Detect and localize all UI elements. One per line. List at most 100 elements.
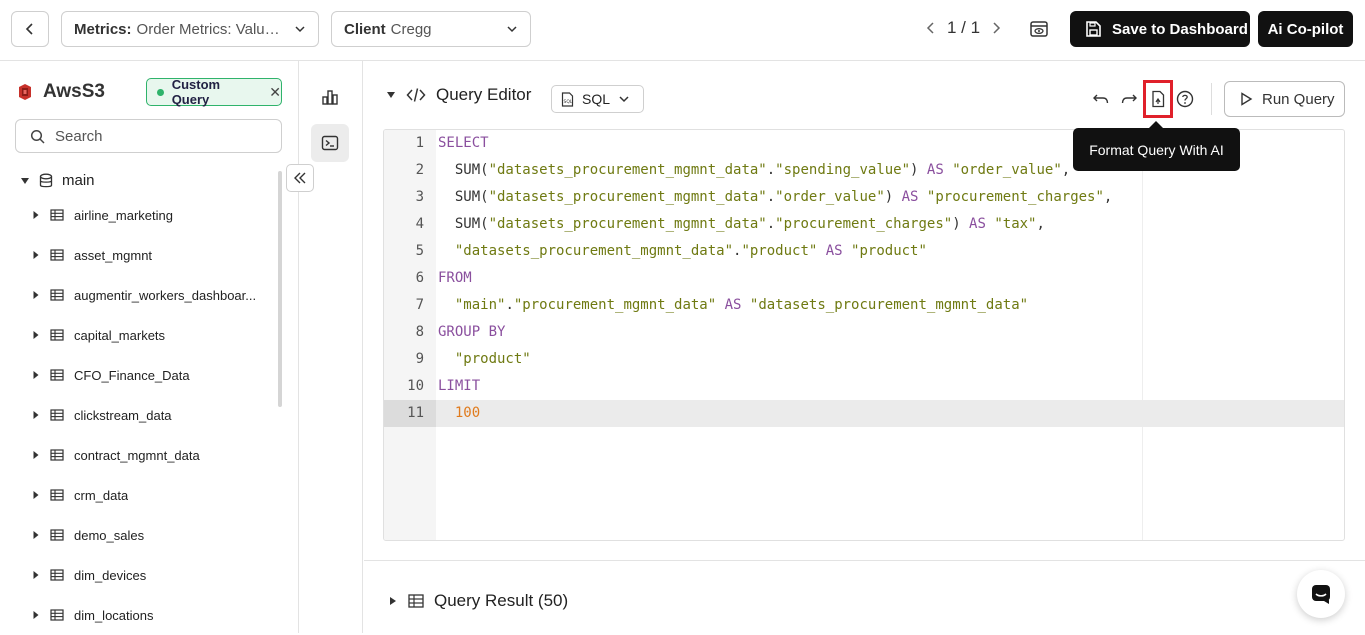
caret-right-icon — [33, 411, 39, 419]
table-icon — [50, 289, 64, 301]
code-line[interactable]: 5 "datasets_procurement_mgmnt_data"."pro… — [384, 238, 1344, 265]
bar-chart-icon — [322, 90, 338, 105]
chart-view-button[interactable] — [311, 78, 349, 116]
code-text: LIMIT — [438, 373, 480, 400]
code-text: 100 — [438, 400, 480, 427]
line-number: 6 — [415, 270, 424, 286]
sql-number: 100 — [454, 405, 481, 421]
format-query-ai-button[interactable] — [1143, 80, 1173, 118]
table-tree-item-label: clickstream_data — [74, 407, 172, 423]
table-tree-item[interactable]: demo_sales — [0, 515, 278, 555]
client-select[interactable]: Client Cregg — [331, 11, 531, 47]
run-query-button[interactable]: Run Query — [1224, 81, 1345, 117]
table-tree-item[interactable]: dim_devices — [0, 555, 278, 595]
tool-rail — [299, 61, 363, 633]
line-number: 8 — [415, 324, 424, 340]
save-to-dashboard-button[interactable]: Save to Dashboard — [1070, 11, 1250, 47]
sql-identifier: "procurement_charges" — [926, 189, 1104, 205]
sql-keyword: AS — [901, 189, 919, 205]
sql-punctuation: . — [766, 189, 776, 205]
line-number: 4 — [415, 216, 424, 232]
chevron-left-icon — [25, 23, 33, 35]
sql-identifier: "datasets_procurement_mgmnt_data" — [488, 162, 767, 178]
custom-query-label: Custom Query — [171, 77, 221, 107]
client-select-value: Cregg — [390, 20, 432, 38]
query-editor-header[interactable]: Query Editor — [386, 85, 531, 105]
query-panel: Query Editor SQL SQL Run Query Format Qu… — [364, 61, 1365, 633]
caret-right-icon — [33, 211, 39, 219]
sql-punctuation: . — [505, 297, 514, 313]
schema-sidebar: AwsS3 Custom Query ✕ main airline_market… — [0, 61, 299, 633]
sql-identifier: "datasets_procurement_mgmnt_data" — [454, 243, 734, 259]
sql-punctuation — [438, 297, 455, 313]
query-editor-title: Query Editor — [436, 85, 532, 104]
collapse-sidebar-button[interactable] — [286, 164, 314, 192]
save-to-dashboard-label: Save to Dashboard — [1112, 20, 1248, 38]
preview-button[interactable] — [1028, 18, 1050, 40]
sql-punctuation — [438, 243, 455, 259]
code-line[interactable]: 10 LIMIT — [384, 373, 1344, 400]
help-button[interactable] — [1176, 90, 1194, 108]
line-number: 7 — [415, 297, 424, 313]
metrics-select[interactable]: Metrics: Order Metrics: Value… — [61, 11, 319, 47]
sql-punctuation: SUM( — [438, 216, 489, 232]
chevrons-left-icon — [294, 172, 306, 184]
chat-support-button[interactable] — [1297, 570, 1345, 618]
caret-right-icon — [33, 531, 39, 539]
status-dot-icon — [157, 88, 164, 96]
code-line[interactable]: 7 "main"."procurement_mgmnt_data" AS "da… — [384, 292, 1344, 319]
tree-root-main[interactable]: main — [20, 172, 95, 189]
table-tree-item[interactable]: capital_markets — [0, 315, 278, 355]
query-result-header[interactable]: Query Result (50) — [388, 591, 568, 611]
code-line[interactable]: 4 SUM("datasets_procurement_mgmnt_data".… — [384, 211, 1344, 238]
search-input[interactable] — [55, 127, 255, 145]
redo-button[interactable] — [1120, 91, 1138, 107]
code-line[interactable]: 11 100 — [384, 400, 1344, 427]
sql-identifier: "datasets_procurement_mgmnt_data" — [488, 189, 767, 205]
chevron-left-icon[interactable] — [925, 21, 937, 35]
sidebar-scrollbar[interactable] — [278, 171, 282, 407]
code-line[interactable]: 3 SUM("datasets_procurement_mgmnt_data".… — [384, 184, 1344, 211]
table-tree-item[interactable]: crm_data — [0, 475, 278, 515]
sql-punctuation: SUM( — [438, 189, 489, 205]
table-tree-item[interactable]: clickstream_data — [0, 395, 278, 435]
chevron-right-icon[interactable] — [990, 21, 1002, 35]
code-line[interactable]: 8 GROUP BY — [384, 319, 1344, 346]
custom-query-badge: Custom Query ✕ — [146, 77, 282, 107]
close-icon[interactable]: ✕ — [269, 84, 281, 101]
caret-right-icon — [33, 371, 39, 379]
table-tree-item[interactable]: CFO_Finance_Data — [0, 355, 278, 395]
line-number: 2 — [415, 162, 424, 178]
sql-keyword: GROUP BY — [438, 324, 506, 340]
caret-right-icon — [33, 571, 39, 579]
code-line[interactable]: 6 FROM — [384, 265, 1344, 292]
top-bar: Metrics: Order Metrics: Value… Client Cr… — [0, 0, 1365, 61]
sql-punctuation: , — [1036, 216, 1045, 232]
preview-icon — [1030, 21, 1048, 37]
code-text: SUM("datasets_procurement_mgmnt_data"."s… — [438, 157, 1070, 184]
ai-copilot-button[interactable]: Ai Co-pilot — [1258, 11, 1353, 47]
query-view-button[interactable] — [311, 124, 349, 162]
table-tree-item[interactable]: dim_locations — [0, 595, 278, 635]
sql-code-editor[interactable]: 1 SELECT 2 SUM("datasets_procurement_mgmnt… — [383, 129, 1345, 541]
format-file-icon — [1152, 90, 1165, 108]
code-line[interactable]: 9 "product" — [384, 346, 1344, 373]
sql-punctuation: ) — [952, 216, 970, 232]
tooltip-text: Format Query With AI — [1089, 141, 1224, 158]
language-select[interactable]: SQL SQL — [551, 85, 644, 113]
table-tree-item[interactable]: asset_mgmnt — [0, 235, 278, 275]
sql-identifier: "product" — [851, 243, 927, 259]
sql-identifier: "main" — [454, 297, 506, 313]
metrics-select-label: Metrics: — [74, 20, 132, 38]
sql-identifier: "product" — [454, 351, 531, 367]
sql-keyword: AS — [969, 216, 986, 232]
undo-button[interactable] — [1092, 91, 1110, 107]
sql-punctuation — [843, 243, 851, 259]
back-button[interactable] — [11, 11, 49, 47]
table-icon — [50, 209, 64, 221]
sql-punctuation: SUM( — [438, 162, 489, 178]
sql-identifier: "procurement_mgmnt_data" — [513, 297, 717, 313]
table-tree-item[interactable]: airline_marketing — [0, 195, 278, 235]
table-tree-item[interactable]: contract_mgmnt_data — [0, 435, 278, 475]
table-tree-item[interactable]: augmentir_workers_dashboar... — [0, 275, 278, 315]
